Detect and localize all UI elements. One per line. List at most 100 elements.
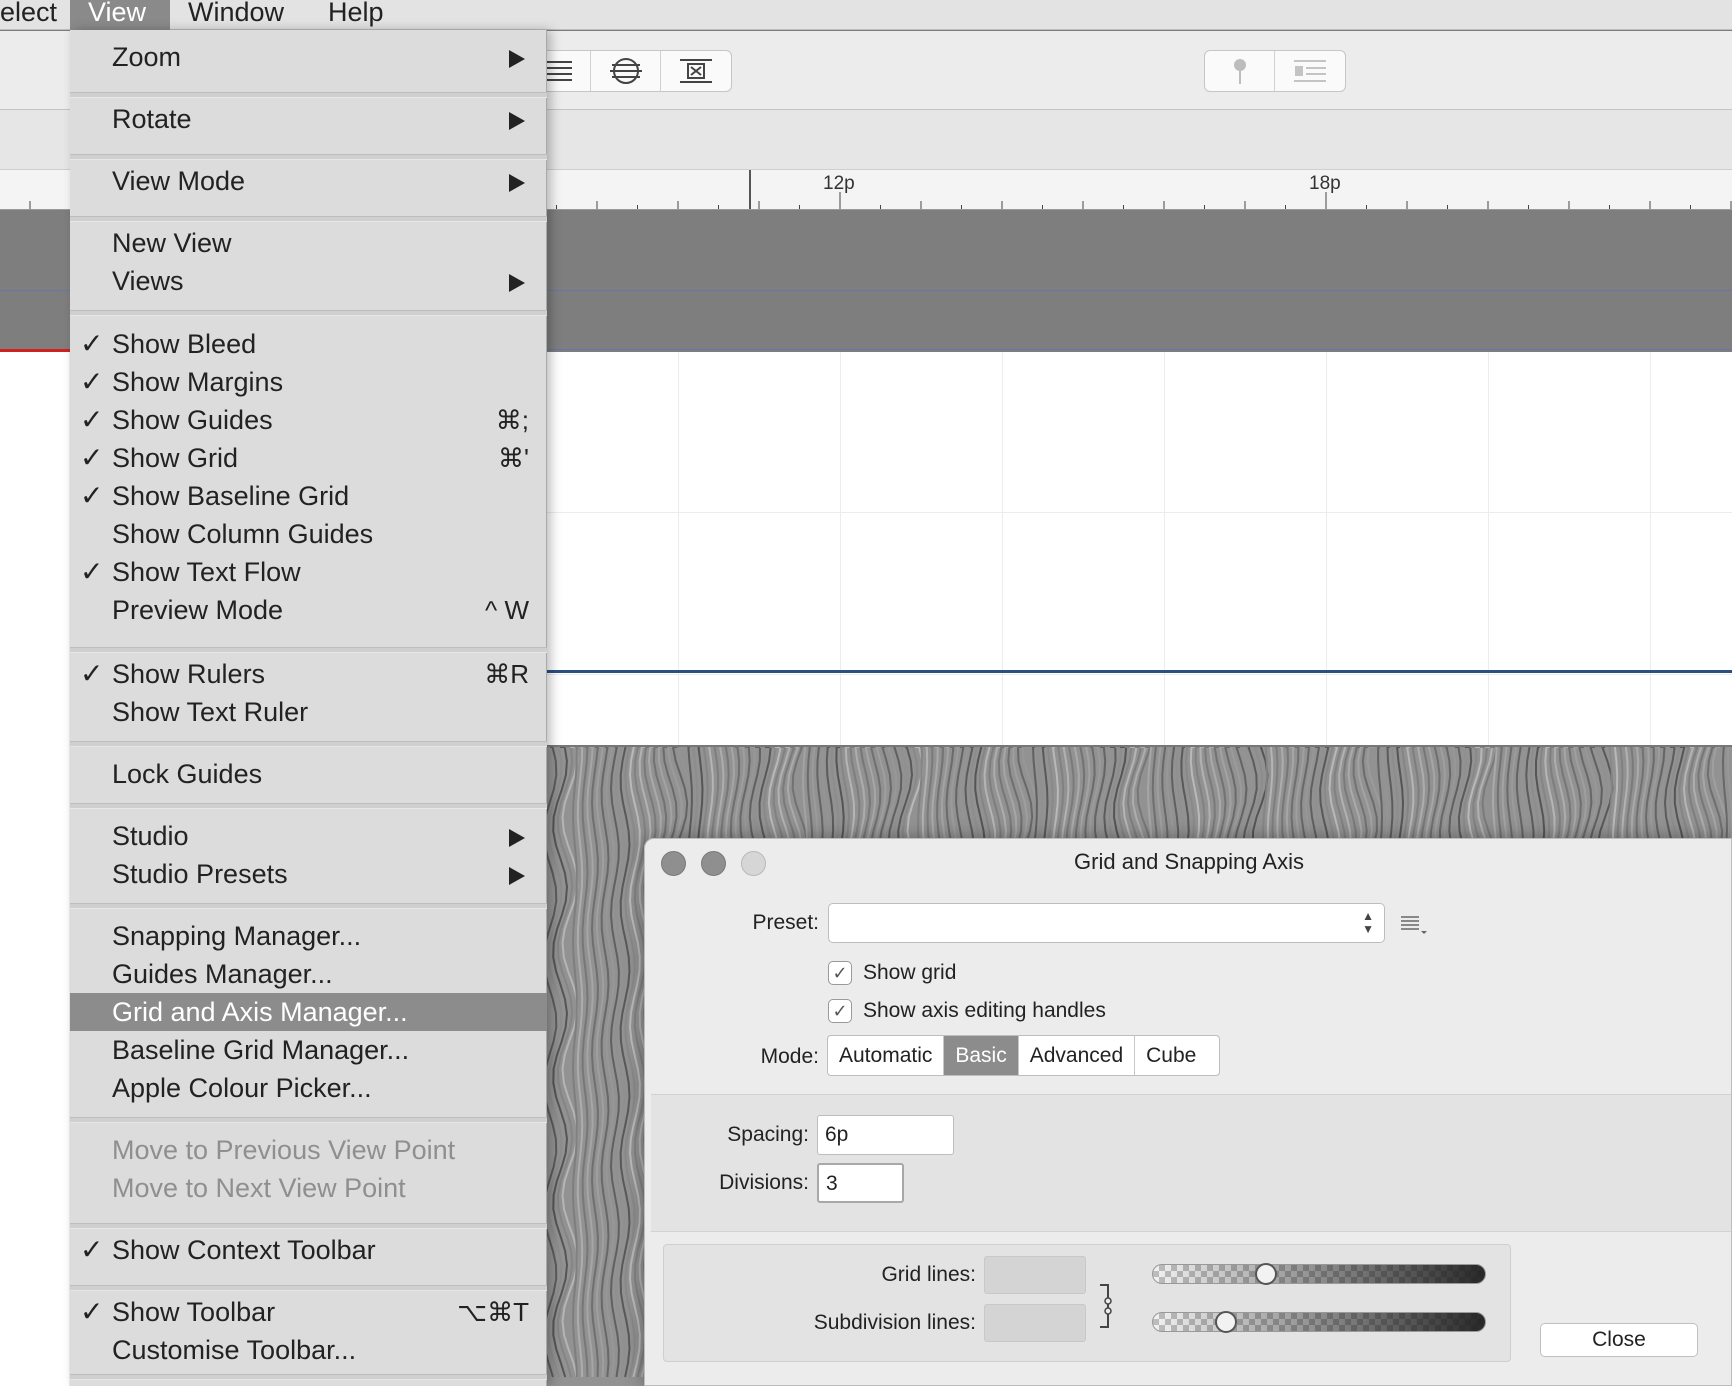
menu-item-snapping-manager[interactable]: Snapping Manager... (70, 917, 547, 955)
menu-item-label: Views (112, 266, 184, 296)
menubar-item-window[interactable]: Window (170, 0, 302, 30)
menu-item-preview-mode[interactable]: Preview Mode ^ W (70, 591, 547, 629)
view-menu: Zoom Rotate View Mode New View Views ✓ Show Bl… (70, 30, 547, 1386)
menubar-item-help[interactable]: Help (310, 0, 402, 30)
menu-item-rotate[interactable]: Rotate (70, 100, 547, 138)
menu-item-show-bleed[interactable]: ✓ Show Bleed (70, 325, 547, 363)
checkmark-icon: ✓ (80, 556, 104, 587)
menu-item-show-context-toolbar[interactable]: ✓ Show Context Toolbar (70, 1231, 547, 1269)
menu-item-label: Lock Guides (112, 759, 263, 789)
menu-item-move-to-next-view-point: Move to Next View Point (70, 1169, 547, 1207)
menu-item-grid-and-axis-manager[interactable]: Grid and Axis Manager... (70, 993, 547, 1031)
menu-item-show-text-ruler[interactable]: Show Text Ruler (70, 693, 547, 731)
show-axis-handles-checkbox[interactable]: ✓ (828, 999, 852, 1023)
mode-basic[interactable]: Basic (944, 1036, 1019, 1075)
menu-separator (70, 310, 547, 316)
divisions-input[interactable]: 3 (817, 1163, 904, 1203)
menu-separator (70, 647, 547, 653)
menu-item-label: Show Context Toolbar (112, 1235, 376, 1265)
submenu-arrow-icon (509, 50, 525, 68)
menu-item-views[interactable]: Views (70, 262, 547, 300)
grid-lines-color-swatch[interactable] (984, 1256, 1086, 1294)
mode-label: Mode: (760, 1045, 819, 1068)
menu-item-label: Show Column Guides (112, 519, 374, 549)
preset-label: Preset: (752, 911, 819, 934)
menu-item-view-mode[interactable]: View Mode (70, 162, 547, 200)
pin-button[interactable] (1205, 51, 1275, 91)
wrap-none-button[interactable] (661, 51, 731, 91)
menu-item-show-guides[interactable]: ✓ Show Guides ⌘; (70, 401, 547, 439)
subdivision-lines-slider-knob[interactable] (1215, 1311, 1237, 1333)
menubar-item-view[interactable]: View (70, 0, 170, 30)
checkmark-icon: ✓ (80, 328, 104, 359)
menu-item-studio[interactable]: Studio (70, 817, 547, 855)
grid-lines-slider-knob[interactable] (1255, 1263, 1278, 1285)
menu-item-label: Guides Manager... (112, 959, 333, 989)
divisions-label: Divisions: (719, 1171, 809, 1194)
box-cross-icon (680, 59, 712, 83)
close-button[interactable]: Close (1540, 1323, 1698, 1357)
grid-line (1488, 352, 1489, 745)
menu-item-label: Show Grid (112, 443, 239, 473)
menu-item-customise-toolbar[interactable]: Customise Toolbar... (70, 1331, 547, 1369)
grid-lines-label: Grid lines: (881, 1263, 976, 1286)
menu-item-zoom[interactable]: Zoom (70, 38, 547, 76)
menu-item-apple-colour-picker[interactable]: Apple Colour Picker... (70, 1069, 547, 1107)
menu-separator (70, 1117, 547, 1123)
link-bracket-icon[interactable] (1096, 1283, 1116, 1329)
menu-item-show-margins[interactable]: ✓ Show Margins (70, 363, 547, 401)
menu-item-show-toolbar[interactable]: ✓ Show Toolbar ⌥⌘T (70, 1293, 547, 1331)
check-icon: ✓ (832, 963, 848, 983)
show-grid-checkbox[interactable]: ✓ (828, 961, 852, 985)
wrap-circle-button[interactable] (591, 51, 661, 91)
toolbar-group-pin (1204, 50, 1346, 92)
checkmark-icon: ✓ (80, 1234, 104, 1265)
mode-automatic[interactable]: Automatic (828, 1036, 945, 1075)
menu-item-studio-presets[interactable]: Studio Presets (70, 855, 547, 893)
menu-separator (70, 903, 547, 909)
submenu-arrow-icon (509, 112, 525, 130)
menu-item-label: Show Toolbar (112, 1297, 276, 1327)
menu-item-label: New View (112, 228, 232, 258)
menu-separator (70, 741, 547, 747)
menu-shortcut: ⌘; (495, 405, 529, 435)
menu-separator (70, 1285, 547, 1291)
preset-select[interactable]: ▲ ▼ (828, 903, 1385, 943)
menu-item-label: Grid and Axis Manager... (112, 997, 408, 1027)
grid-line (678, 352, 679, 745)
menu-item-label: Customise Toolbar... (112, 1335, 357, 1365)
menu-item-lock-guides[interactable]: Lock Guides (70, 755, 547, 793)
menu-item-baseline-grid-manager[interactable]: Baseline Grid Manager... (70, 1031, 547, 1069)
menu-item-label: Apple Colour Picker... (112, 1073, 372, 1103)
menu-item-label: Studio (112, 821, 189, 851)
preset-menu-icon[interactable] (1399, 913, 1429, 935)
grid-line (1002, 352, 1003, 745)
menu-item-show-grid[interactable]: ✓ Show Grid ⌘' (70, 439, 547, 477)
subdivision-lines-opacity-slider[interactable] (1152, 1311, 1486, 1333)
mode-advanced[interactable]: Advanced (1019, 1036, 1136, 1075)
menu-item-show-baseline-grid[interactable]: ✓ Show Baseline Grid (70, 477, 547, 515)
grid-lines-opacity-slider[interactable] (1152, 1263, 1486, 1285)
menu-item-label: Show Rulers (112, 659, 266, 689)
subdivision-lines-color-swatch[interactable] (984, 1304, 1086, 1342)
mode-segmented-control: Automatic Basic Advanced Cube (827, 1035, 1221, 1076)
menu-item-label: Rotate (112, 104, 192, 134)
menu-item-label: Baseline Grid Manager... (112, 1035, 410, 1065)
ruler-label-18p: 18p (1309, 173, 1341, 194)
menu-item-guides-manager[interactable]: Guides Manager... (70, 955, 547, 993)
menu-item-show-rulers[interactable]: ✓ Show Rulers ⌘R (70, 655, 547, 693)
align-text-button[interactable] (1275, 51, 1345, 91)
menubar-item-select[interactable]: elect (0, 0, 75, 30)
spacing-input[interactable]: 6p (817, 1115, 954, 1155)
menu-separator (70, 803, 547, 809)
mode-cube[interactable]: Cube (1135, 1036, 1219, 1075)
menu-item-show-column-guides[interactable]: Show Column Guides (70, 515, 547, 553)
menu-item-label: Show Bleed (112, 329, 257, 359)
menu-item-label: Show Text Flow (112, 557, 301, 587)
menu-item-new-view[interactable]: New View (70, 224, 547, 262)
menu-shortcut: ⌘R (484, 659, 529, 689)
checkmark-icon: ✓ (80, 366, 104, 397)
menu-item-move-to-previous-view-point: Move to Previous View Point (70, 1131, 547, 1169)
menu-separator (70, 216, 547, 222)
menu-item-show-text-flow[interactable]: ✓ Show Text Flow (70, 553, 547, 591)
